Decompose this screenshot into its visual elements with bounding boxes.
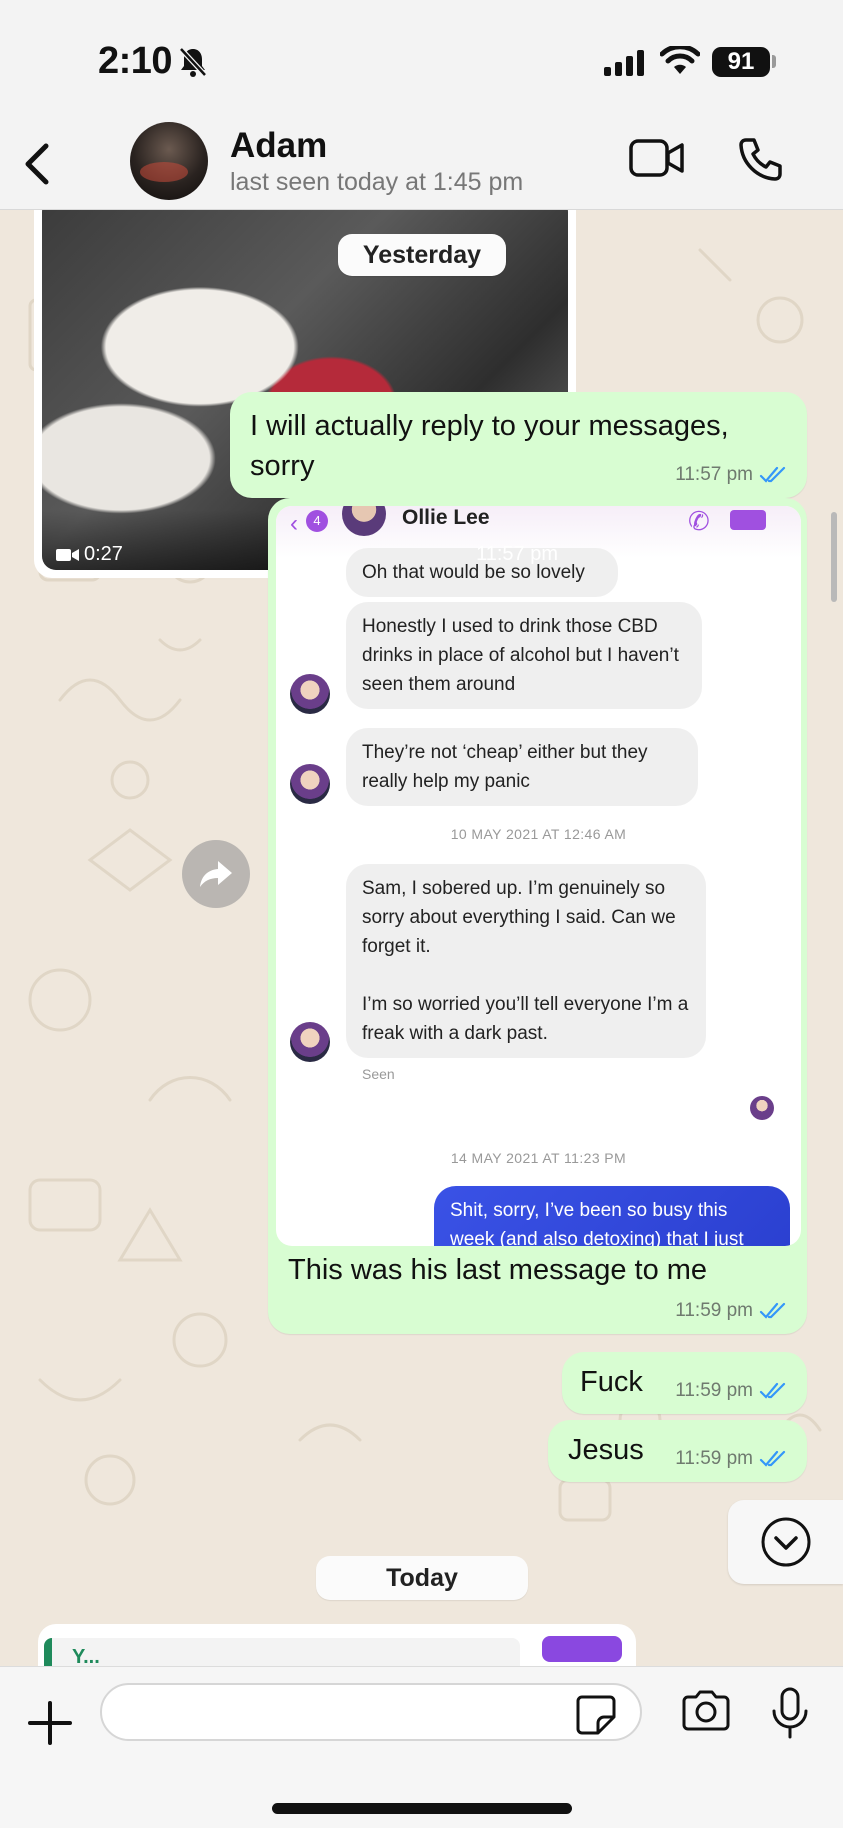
microphone-icon[interactable] [770,1687,810,1739]
scroll-indicator[interactable] [831,512,837,602]
contact-name[interactable]: Adam [230,126,327,166]
screenshot-contact-name: Ollie Lee [402,506,490,529]
last-seen-status[interactable]: last seen today at 1:45 pm [230,168,523,197]
screenshot-avatar [290,764,330,804]
screenshot-avatar [290,674,330,714]
sticker-icon[interactable] [574,1693,618,1737]
shared-screenshot-image[interactable]: ‹ 4 Ollie Lee ✆ Oh that would be so love… [276,506,801,1246]
camera-icon[interactable] [680,1689,732,1733]
screenshot-seen: Seen [362,1066,395,1082]
screenshot-bubble: Honestly I used to drink those CBD drink… [346,602,702,709]
signal-icon [604,50,644,76]
date-separator-today: Today [316,1556,528,1600]
chat-header: 2:10 91 Adam last seen today at 1:45 pm [0,0,843,210]
screenshot-avatar [342,506,386,536]
message-text: Fuck [580,1366,643,1398]
status-time: 2:10 [98,40,173,82]
video-duration: 0:27 [56,543,123,566]
outgoing-message[interactable]: Fuck 11:59 pm [562,1352,807,1414]
read-receipt-icon [759,1382,786,1399]
message-time: 11:59 pm [675,1448,753,1469]
message-meta: 11:57 pm [675,464,787,486]
read-receipt-icon [759,466,786,483]
screenshot-back-icon: ‹ [290,510,298,537]
message-text: Jesus [568,1434,644,1466]
outgoing-message[interactable]: I will actually reply to your messages, … [230,392,807,498]
screenshot-timestamp: 14 MAY 2021 AT 11:23 PM [450,1150,627,1166]
wifi-icon [660,46,700,74]
scroll-to-bottom-button[interactable] [728,1500,843,1584]
chat-area: 0:27 11:57 pm Yesterday I will actually … [0,210,843,1666]
message-time: 11:57 pm [675,464,753,485]
forward-icon [200,861,232,887]
outgoing-message[interactable]: Jesus 11:59 pm [548,1420,807,1482]
message-time: 11:59 pm [675,1380,753,1401]
image-caption: This was his last message to me [288,1254,708,1286]
read-receipt-icon [759,1302,786,1319]
message-time: 11:57 pm [476,543,558,565]
quoted-thumbnail [542,1636,622,1662]
attach-plus-button[interactable] [22,1695,78,1751]
message-input[interactable] [100,1683,642,1741]
bell-off-icon [179,47,207,77]
forward-button[interactable] [182,840,250,908]
message-time: 11:59 pm [675,1300,753,1321]
video-call-icon[interactable] [628,138,686,178]
screenshot-bubble: Sam, I sobered up. I’m genuinely so sorr… [346,864,706,1058]
screenshot-bubble: They’re not ‘cheap’ either but they real… [346,728,698,806]
read-receipt-icon [759,1450,786,1467]
video-icon [56,548,79,561]
battery-tip [772,55,776,68]
screenshot-mini-avatar [750,1096,774,1120]
screenshot-badge: 4 [306,510,328,532]
chevron-down-icon [761,1517,810,1567]
video-duration-text: 0:27 [84,543,123,565]
message-meta: 11:59 pm [675,1448,787,1470]
home-indicator [272,1803,572,1814]
screenshot-timestamp: 10 MAY 2021 AT 12:46 AM [450,826,627,842]
message-composer [0,1666,843,1828]
screenshot-avatar [290,1022,330,1062]
message-meta: 11:59 pm [675,1300,787,1322]
quoted-message: Y... [44,1638,520,1666]
back-button[interactable] [12,136,62,192]
screenshot-video-icon [730,510,766,530]
quoted-author: Y... [72,1646,100,1666]
date-separator-yesterday: Yesterday [338,234,506,276]
voice-call-icon[interactable] [736,136,784,184]
battery-indicator: 91 [712,47,770,77]
message-meta: 11:59 pm [675,1380,787,1402]
incoming-quoted-message[interactable]: Y... [38,1624,636,1666]
screenshot-outgoing-bubble: Shit, sorry, I’ve been so busy this week… [434,1186,790,1246]
contact-avatar[interactable] [130,122,208,200]
screenshot-phone-icon: ✆ [688,506,710,536]
